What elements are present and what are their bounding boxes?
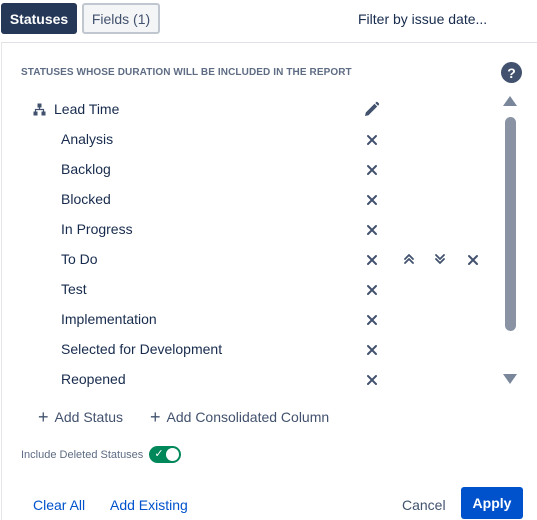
plus-icon: + <box>150 407 161 427</box>
status-list: Analysis Backlog Blocked In Progress To Do Te… <box>2 125 502 395</box>
remove-status-icon[interactable] <box>366 223 378 235</box>
add-consolidated-label: Add Consolidated Column <box>166 409 330 425</box>
remove-status-icon[interactable] <box>366 133 378 145</box>
status-row: To Do <box>2 245 502 275</box>
status-label: Backlog <box>61 161 111 177</box>
cancel-button[interactable]: Cancel <box>402 497 446 513</box>
add-consolidated-column-button[interactable]: + Add Consolidated Column <box>150 407 330 427</box>
scroll-down-arrow-icon[interactable] <box>503 374 517 384</box>
scroll-up-arrow-icon[interactable] <box>503 96 517 106</box>
status-label: To Do <box>61 251 98 267</box>
help-icon[interactable]: ? <box>501 62 522 83</box>
status-label: Reopened <box>61 371 126 387</box>
status-row: Backlog <box>2 155 502 185</box>
scrollbar-thumb[interactable] <box>505 117 516 331</box>
plus-icon: + <box>38 407 49 427</box>
close-icon[interactable] <box>467 253 479 265</box>
include-deleted-row: Include Deleted Statuses ✓ <box>21 446 182 463</box>
add-status-button[interactable]: + Add Status <box>38 407 124 427</box>
group-lead-time: Lead Time <box>33 99 119 119</box>
include-deleted-toggle[interactable]: ✓ <box>149 446 182 463</box>
include-deleted-label: Include Deleted Statuses <box>21 448 144 461</box>
add-status-label: Add Status <box>54 409 124 425</box>
remove-status-icon[interactable] <box>366 283 378 295</box>
status-label: Implementation <box>61 311 157 327</box>
status-label: Blocked <box>61 191 111 207</box>
top-bar: Statuses Fields (1) Filter by issue date… <box>0 0 537 40</box>
apply-button[interactable]: Apply <box>461 487 523 519</box>
statuses-panel: STATUSES WHOSE DURATION WILL BE INCLUDED… <box>1 42 537 520</box>
status-row: Blocked <box>2 185 502 215</box>
clear-all-link[interactable]: Clear All <box>33 497 85 513</box>
status-label: Analysis <box>61 131 114 147</box>
status-label: Test <box>61 281 87 297</box>
remove-status-icon[interactable] <box>366 163 378 175</box>
check-icon: ✓ <box>154 448 164 460</box>
tab-fields[interactable]: Fields (1) <box>82 3 160 34</box>
move-down-icon[interactable] <box>433 252 447 266</box>
section-title: STATUSES WHOSE DURATION WILL BE INCLUDED… <box>21 67 352 78</box>
status-row: Test <box>2 275 502 305</box>
status-label: Selected for Development <box>61 341 223 357</box>
status-row: Analysis <box>2 125 502 155</box>
status-row: In Progress <box>2 215 502 245</box>
status-row: Selected for Development <box>2 335 502 365</box>
group-label: Lead Time <box>54 101 120 117</box>
status-label: In Progress <box>61 221 133 237</box>
status-row: Reopened <box>2 365 502 395</box>
remove-status-icon[interactable] <box>366 313 378 325</box>
pencil-icon[interactable] <box>363 101 380 118</box>
hierarchy-icon <box>33 103 46 115</box>
remove-status-icon[interactable] <box>366 373 378 385</box>
move-up-icon[interactable] <box>402 252 416 266</box>
toggle-knob <box>166 448 180 461</box>
tab-statuses[interactable]: Statuses <box>1 3 77 34</box>
filter-by-issue-date-link[interactable]: Filter by issue date... <box>358 11 487 27</box>
remove-status-icon[interactable] <box>366 253 378 265</box>
add-existing-link[interactable]: Add Existing <box>110 497 188 513</box>
status-row: Implementation <box>2 305 502 335</box>
remove-status-icon[interactable] <box>366 343 378 355</box>
remove-status-icon[interactable] <box>366 193 378 205</box>
